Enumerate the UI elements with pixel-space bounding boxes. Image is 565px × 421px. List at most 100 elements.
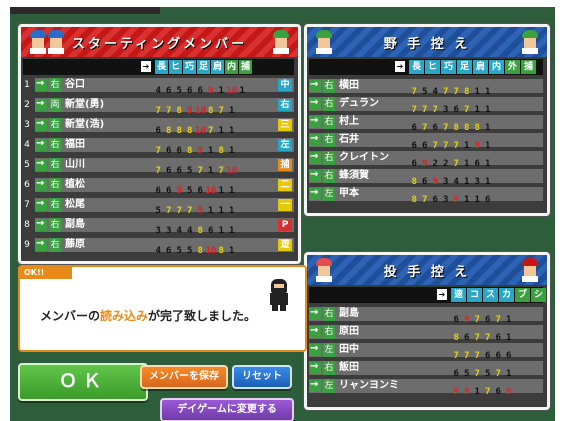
fielding-position-badge: P [278,219,292,231]
swap-arrow-icon[interactable] [309,97,321,110]
handedness-badge: 右 [323,133,335,147]
swap-arrow-icon[interactable] [35,138,47,151]
player-avatar-icon [519,258,541,282]
swap-arrow-icon[interactable] [309,343,321,356]
player-row[interactable]: 右クレイトン 69227161 [309,151,543,169]
player-stats: 69227161 [409,151,493,169]
stat-value: 10 [205,246,217,256]
player-row[interactable]: 右飯田 657571 [309,361,543,379]
player-row[interactable]: 6右植松669561011二 [21,178,294,196]
player-row[interactable]: 2両新堂(勇)778910871右 [21,98,294,116]
player-stats: 657571 [451,361,514,379]
save-members-button[interactable]: メンバーを保存 [140,365,228,389]
swap-arrow-icon[interactable] [309,115,321,128]
handedness-badge: 右 [323,169,335,183]
stat-value: 3 [166,226,172,236]
stat-value: 1 [474,195,480,205]
stat-value: 7 [166,206,172,216]
swap-arrow-icon[interactable] [309,325,321,338]
message-text: メンバーの読み込みが完了致しました。 [40,307,256,324]
stat-value: 8 [176,106,182,116]
starting-lineup-panel: スターティングメンバー ➔ 長ヒ巧足肩内捕 1右谷口4656691101中2両新… [18,24,301,264]
stat-value: 9 [197,146,203,156]
batting-order-number: 8 [21,218,33,232]
stat-value: 7 [485,387,491,397]
stat-value: 6 [166,246,172,256]
stat-value: 1 [229,186,235,196]
swap-arrow-icon[interactable] [309,361,321,374]
swap-arrow-icon[interactable] [35,198,47,211]
stat-value: 6 [155,186,161,196]
fielding-position-badge: 一 [278,199,292,211]
player-row[interactable]: 左田中 777666 [309,343,543,361]
swap-arrow-icon[interactable] [309,79,321,92]
stat-value: 1 [218,86,224,96]
ability-column-header: 足 [457,60,472,74]
player-row[interactable]: 左甲本87639116 [309,187,543,205]
handedness-badge: 右 [49,158,61,172]
swap-arrow-icon[interactable] [35,78,47,91]
fielding-position-badge: 右 [278,99,292,111]
ok-button[interactable]: ＯＫ [18,363,148,401]
player-stats: 6 8 8 8 10 7 1 1 [153,118,237,136]
stat-value: 7 [208,126,214,136]
stat-value: 6 [495,387,501,397]
player-row[interactable]: 4右福田76689181左 [21,138,294,156]
day-game-button[interactable]: デイゲームに変更する [160,398,294,421]
stat-value: 6 [176,146,182,156]
stat-value: 10 [195,106,206,116]
swap-arrow-icon[interactable] [35,178,47,191]
stat-value: 7 [187,206,193,216]
player-name: 山川 [65,159,85,170]
batting-order-number: 1 [21,78,33,92]
handedness-badge: 右 [49,218,61,232]
reset-button[interactable]: リセット [232,365,292,389]
player-row[interactable]: 右副島 697671 [309,307,543,325]
handedness-badge: 右 [49,118,61,132]
swap-arrow-icon[interactable] [309,307,321,320]
swap-arrow-icon[interactable] [35,218,47,231]
pitcher-reserve-panel: 投 手 控 え ➔ 速コスカブシ 右副島697671右原田867761左田中77… [304,252,550,410]
player-row[interactable]: 右デュラン 77736711 [309,97,543,115]
player-stats: 67678881 [409,115,493,133]
player-name: 福田 [65,139,85,150]
player-row[interactable]: 9右藤原465581081遊 [21,238,294,256]
swap-arrow-icon[interactable] [35,158,47,171]
player-row[interactable]: 左リャンヨンミ991769 [309,379,543,397]
batting-order-number: 2 [21,98,33,112]
player-name: 新堂(勇) [65,99,105,110]
swap-arrow-icon[interactable] [309,169,321,182]
swap-arrow-icon[interactable] [35,98,47,111]
player-name: クレイトン [339,152,389,163]
player-row[interactable]: 右横田 75477811 [309,79,543,97]
ninja-character-icon [267,279,291,311]
swap-arrow-icon[interactable] [309,151,321,164]
player-row[interactable]: 右原田 867761 [309,325,543,343]
player-stats: 4 6 5 6 6 9 1 10 1 [153,78,248,96]
player-row[interactable]: 5右山川766571710捕 [21,158,294,176]
player-row[interactable]: 右村上 67678881 [309,115,543,133]
player-row[interactable]: 3右新堂(浩)688810711三 [21,118,294,136]
stat-value: 8 [197,246,203,256]
player-stats: 66777191 [409,133,493,151]
stat-value: 6 [197,86,203,96]
handedness-badge: 右 [323,79,335,93]
player-stats: 77736711 [409,97,493,115]
player-row[interactable]: 右蜂須賀 86934131 [309,169,543,187]
swap-arrow-icon[interactable] [309,187,321,200]
player-stats: 57779111 [153,198,237,216]
stat-value: 7 [166,106,172,116]
handedness-badge: 右 [323,97,335,111]
swap-arrow-icon[interactable] [35,118,47,131]
swap-arrow-icon[interactable] [309,379,321,392]
stat-value: 1 [218,226,224,236]
player-row[interactable]: 7右松尾57779111一 [21,198,294,216]
player-row[interactable]: 8右副島33448611P [21,218,294,236]
handedness-badge: 右 [49,238,61,252]
player-row[interactable]: 1右谷口4656691101中 [21,78,294,96]
stat-value: 8 [208,106,214,116]
player-name: リャンヨンミ [339,380,399,391]
swap-arrow-icon[interactable] [309,133,321,146]
player-row[interactable]: 右石井 66777191 [309,133,543,151]
swap-arrow-icon[interactable] [35,238,47,251]
